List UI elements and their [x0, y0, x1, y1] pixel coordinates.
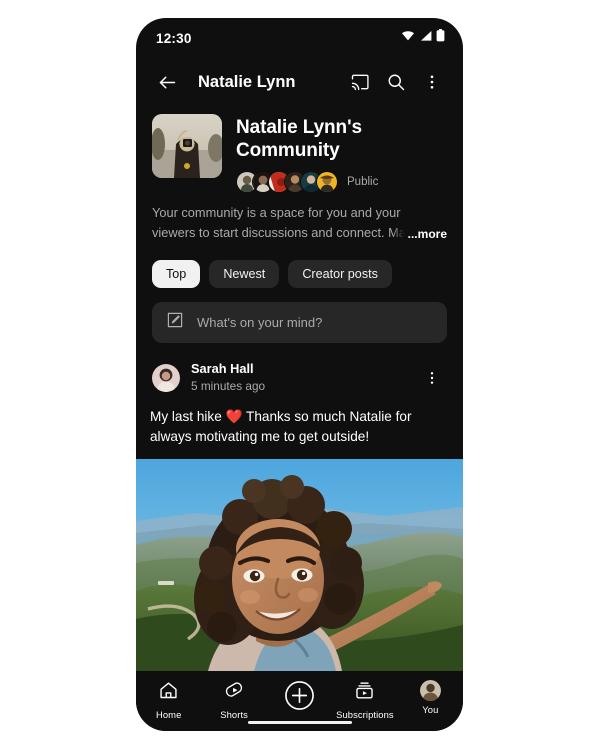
nav-item-subscriptions[interactable]: Subscriptions	[332, 680, 397, 720]
shorts-icon	[224, 680, 245, 706]
community-header: Natalie Lynn's Community Public	[136, 106, 463, 194]
cellular-signal-icon	[419, 29, 432, 47]
member-avatar	[316, 171, 338, 194]
search-icon[interactable]	[379, 65, 413, 99]
page-title: Natalie Lynn	[198, 72, 296, 91]
post-more-vertical-icon[interactable]	[415, 361, 449, 395]
app-bar: Natalie Lynn	[136, 58, 463, 106]
chip-top[interactable]: Top	[152, 260, 201, 289]
battery-icon	[436, 29, 445, 47]
visibility-label: Public	[347, 176, 379, 189]
nav-item-home[interactable]: Home	[136, 680, 201, 720]
chip-newest[interactable]: Newest	[209, 260, 280, 289]
nav-item-create[interactable]	[267, 680, 332, 719]
nav-label-shorts: Shorts	[220, 709, 248, 720]
more-vertical-icon[interactable]	[415, 65, 449, 99]
nav-label-you: You	[422, 704, 439, 715]
post-author: Sarah Hall	[191, 361, 254, 377]
nav-item-you[interactable]: You	[398, 680, 463, 715]
show-more-button[interactable]: ...more	[391, 225, 449, 244]
post-text-part-1: My last hike	[150, 409, 226, 425]
status-icons	[401, 29, 445, 47]
home-icon	[158, 680, 179, 706]
community-thumbnail[interactable]	[152, 114, 222, 178]
heart-emoji-icon: ❤️	[225, 409, 243, 425]
status-time: 12:30	[156, 30, 192, 46]
wifi-icon	[401, 29, 415, 47]
compose-pencil-icon	[166, 311, 184, 334]
screenshot-stage: 12:30 Natalie Lynn Natalie Lynn's Commun…	[0, 0, 600, 746]
members-row[interactable]: Public	[236, 171, 447, 194]
back-arrow-icon[interactable]	[150, 65, 184, 99]
nav-item-shorts[interactable]: Shorts	[201, 680, 266, 720]
nav-label-home: Home	[155, 709, 182, 720]
account-avatar-icon	[419, 680, 441, 701]
nav-label-subscriptions: Subscriptions	[336, 709, 394, 720]
post-timestamp: 5 minutes ago	[191, 379, 266, 394]
member-avatars[interactable]	[236, 171, 338, 194]
cast-icon[interactable]	[343, 65, 377, 99]
phone-frame: 12:30 Natalie Lynn Natalie Lynn's Commun…	[136, 18, 463, 731]
composer-placeholder: What's on your mind?	[197, 315, 323, 331]
community-meta: Natalie Lynn's Community Public	[236, 114, 447, 194]
post-header: Sarah Hall 5 minutes ago	[136, 343, 463, 395]
home-indicator	[247, 720, 352, 724]
chip-creator-posts[interactable]: Creator posts	[288, 260, 392, 289]
filter-chip-bar: Top Newest Creator posts	[136, 242, 463, 289]
post-image[interactable]	[136, 458, 463, 671]
composer-box[interactable]: What's on your mind?	[152, 302, 447, 344]
post-identity: Sarah Hall 5 minutes ago	[191, 361, 404, 395]
create-plus-icon	[284, 680, 315, 716]
community-title: Natalie Lynn's Community	[236, 117, 362, 162]
community-description-wrap: Your community is a space for you and yo…	[136, 193, 463, 244]
post-text: My last hike ❤️ Thanks so much Natalie f…	[136, 395, 463, 458]
status-bar: 12:30	[136, 18, 463, 58]
subscriptions-icon	[354, 680, 375, 706]
avatar[interactable]	[152, 364, 180, 393]
